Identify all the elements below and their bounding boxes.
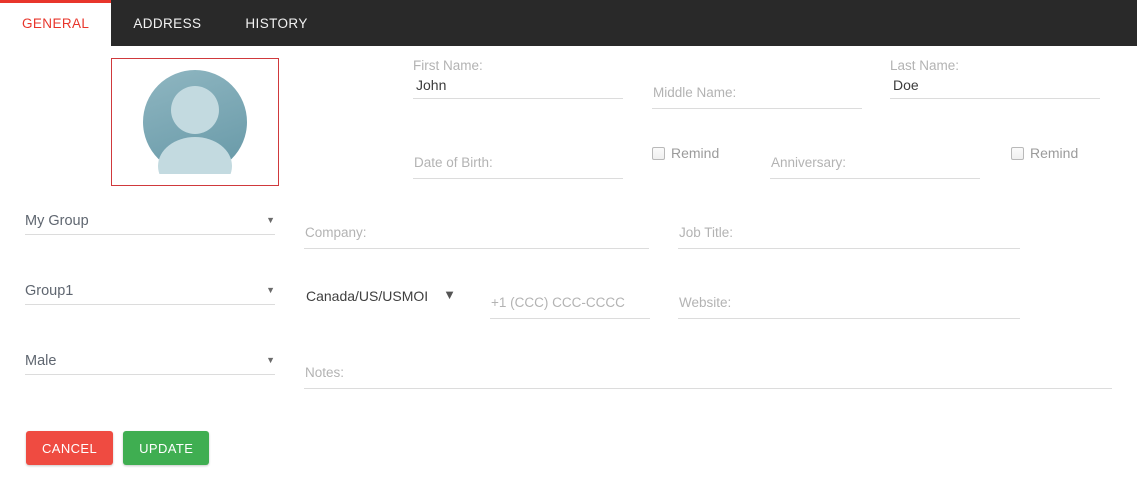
gender-select[interactable]: Male ▼ — [25, 351, 275, 375]
middle-name-field[interactable]: Middle Name: — [652, 80, 862, 109]
phone-placeholder: +1 (CCC) CCC-CCCC — [490, 290, 650, 316]
website-underline — [678, 318, 1020, 319]
user-avatar-icon — [143, 70, 247, 174]
date-of-birth-underline — [413, 178, 623, 179]
group-secondary-select[interactable]: Group1 ▼ — [25, 281, 275, 305]
tab-general-label: GENERAL — [22, 16, 89, 31]
first-name-field[interactable]: First Name: John — [413, 58, 623, 99]
country-code-select[interactable]: Canada/US/USMOI ▼ — [306, 286, 456, 309]
job-title-field[interactable]: Job Title: — [678, 220, 1020, 249]
notes-underline — [304, 388, 1112, 389]
company-label: Company: — [304, 220, 649, 246]
tab-address-label: ADDRESS — [133, 16, 201, 31]
checkbox-icon — [1011, 147, 1024, 160]
tab-bar: GENERAL ADDRESS HISTORY — [0, 0, 1137, 46]
anniversary-label: Anniversary: — [770, 150, 980, 176]
company-field[interactable]: Company: — [304, 220, 649, 249]
first-name-value: John — [413, 74, 623, 96]
avatar-upload-box[interactable] — [111, 58, 279, 186]
company-underline — [304, 248, 649, 249]
anniversary-field[interactable]: Anniversary: — [770, 150, 980, 179]
first-name-label: First Name: — [413, 58, 623, 74]
job-title-underline — [678, 248, 1020, 249]
group-primary-value: My Group — [25, 212, 89, 230]
form-actions: CANCEL UPDATE — [26, 431, 209, 465]
group-secondary-value: Group1 — [25, 282, 73, 300]
anniversary-underline — [770, 178, 980, 179]
job-title-label: Job Title: — [678, 220, 1020, 246]
tab-history-label: HISTORY — [245, 16, 307, 31]
avatar — [143, 70, 247, 174]
phone-field[interactable]: +1 (CCC) CCC-CCCC — [490, 290, 650, 319]
dob-remind-checkbox[interactable]: Remind — [652, 146, 719, 160]
last-name-field[interactable]: Last Name: Doe — [890, 58, 1100, 99]
last-name-value: Doe — [890, 74, 1100, 96]
chevron-down-icon: ▼ — [266, 211, 275, 230]
first-name-underline — [413, 98, 623, 99]
website-label: Website: — [678, 290, 1020, 316]
anniversary-remind-label: Remind — [1030, 146, 1078, 160]
date-of-birth-field[interactable]: Date of Birth: — [413, 150, 623, 179]
general-form: First Name: John Middle Name: Last Name:… — [0, 46, 1137, 500]
cancel-button[interactable]: CANCEL — [26, 431, 113, 465]
anniversary-remind-checkbox[interactable]: Remind — [1011, 146, 1078, 160]
chevron-down-icon: ▼ — [266, 281, 275, 300]
last-name-underline — [890, 98, 1100, 99]
checkbox-icon — [652, 147, 665, 160]
date-of-birth-label: Date of Birth: — [413, 150, 623, 176]
tab-address[interactable]: ADDRESS — [111, 0, 223, 46]
website-field[interactable]: Website: — [678, 290, 1020, 319]
chevron-down-icon: ▼ — [266, 351, 275, 370]
dob-remind-label: Remind — [671, 146, 719, 160]
notes-label: Notes: — [304, 360, 1112, 386]
group-primary-select[interactable]: My Group ▼ — [25, 211, 275, 235]
phone-underline — [490, 318, 650, 319]
middle-name-underline — [652, 108, 862, 109]
update-button[interactable]: UPDATE — [123, 431, 209, 465]
last-name-label: Last Name: — [890, 58, 1100, 74]
tab-history[interactable]: HISTORY — [223, 0, 329, 46]
middle-name-label: Middle Name: — [652, 80, 862, 106]
country-code-value: Canada/US/USMOI — [306, 287, 428, 305]
tab-general[interactable]: GENERAL — [0, 0, 111, 46]
gender-value: Male — [25, 352, 56, 370]
notes-field[interactable]: Notes: — [304, 360, 1112, 389]
chevron-down-icon: ▼ — [443, 286, 456, 305]
